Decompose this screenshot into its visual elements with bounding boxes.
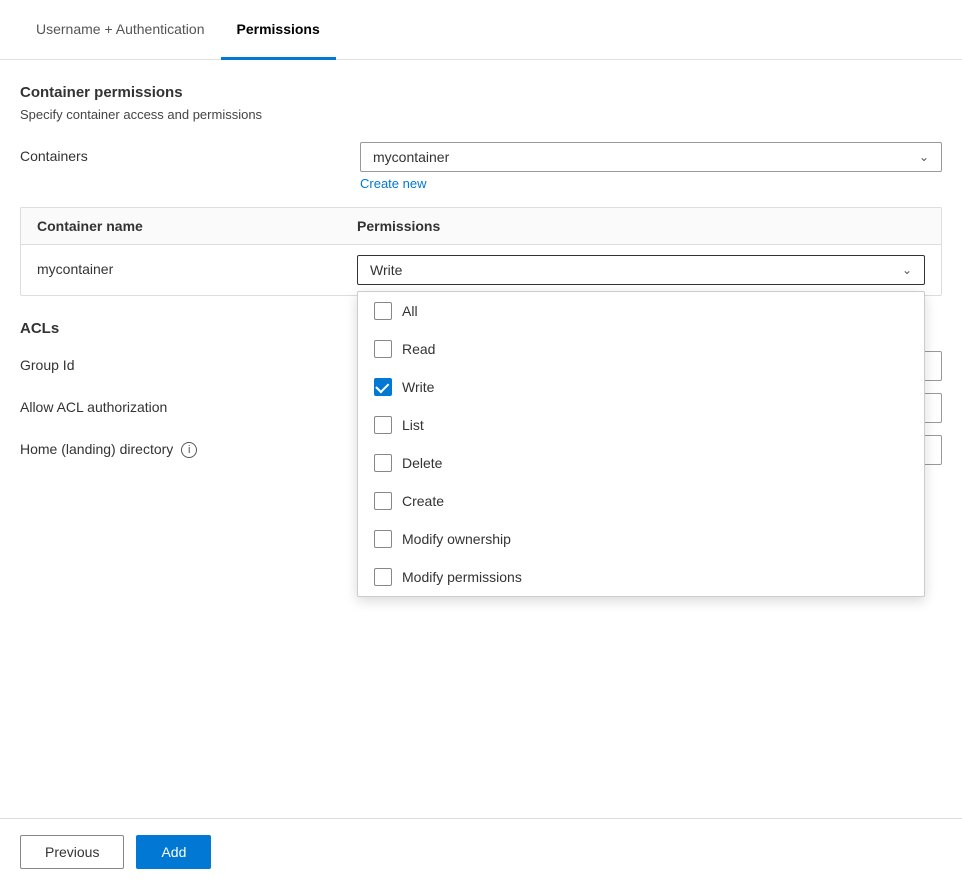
tab-permissions[interactable]: Permissions [221, 0, 336, 60]
permission-checkbox-modify-ownership[interactable] [374, 530, 392, 548]
permission-label-all: All [402, 303, 418, 319]
permission-label-modify-permissions: Modify permissions [402, 569, 522, 585]
create-new-link[interactable]: Create new [360, 176, 426, 191]
add-button[interactable]: Add [136, 835, 211, 869]
footer-bar: Previous Add [0, 818, 962, 885]
permissions-dropdown[interactable]: Write ⌄ [357, 255, 925, 285]
containers-dropdown[interactable]: mycontainer ⌄ [360, 142, 942, 172]
permissions-selected-value: Write [370, 262, 402, 278]
permission-option-list[interactable]: List [358, 406, 924, 444]
home-dir-label: Home (landing) directory i [20, 435, 360, 458]
table-row: mycontainer Write ⌄ All Read [21, 245, 941, 295]
permission-option-delete[interactable]: Delete [358, 444, 924, 482]
table-header: Container name Permissions [21, 208, 941, 245]
permission-checkbox-all[interactable] [374, 302, 392, 320]
table-row-permissions-cell: Write ⌄ All Read Write [357, 255, 925, 285]
allow-acl-label: Allow ACL authorization [20, 393, 360, 415]
permission-checkbox-write[interactable] [374, 378, 392, 396]
table-row-container-name: mycontainer [37, 255, 357, 277]
permissions-menu: All Read Write List [357, 291, 925, 597]
table-header-permissions: Permissions [357, 218, 925, 234]
permission-option-modify-permissions[interactable]: Modify permissions [358, 558, 924, 596]
previous-button[interactable]: Previous [20, 835, 124, 869]
permission-label-delete: Delete [402, 455, 442, 471]
containers-label: Containers [20, 142, 360, 164]
permissions-chevron-icon: ⌄ [902, 263, 912, 277]
container-permissions-table: Container name Permissions mycontainer W… [20, 207, 942, 296]
table-header-name: Container name [37, 218, 357, 234]
permission-option-all[interactable]: All [358, 292, 924, 330]
section-title: Container permissions [20, 84, 942, 101]
permission-checkbox-modify-permissions[interactable] [374, 568, 392, 586]
permission-label-modify-ownership: Modify ownership [402, 531, 511, 547]
main-content: Container permissions Specify container … [0, 60, 962, 501]
tab-bar: Username + Authentication Permissions [0, 0, 962, 60]
tab-username-auth[interactable]: Username + Authentication [20, 0, 221, 60]
permission-label-write: Write [402, 379, 434, 395]
permission-option-modify-ownership[interactable]: Modify ownership [358, 520, 924, 558]
containers-value: mycontainer [373, 149, 449, 165]
containers-row: Containers mycontainer ⌄ Create new [20, 142, 942, 191]
permission-label-create: Create [402, 493, 444, 509]
group-id-label: Group Id [20, 351, 360, 373]
permission-option-create[interactable]: Create [358, 482, 924, 520]
containers-chevron-icon: ⌄ [919, 150, 929, 164]
permission-label-list: List [402, 417, 424, 433]
home-dir-info-icon[interactable]: i [181, 442, 197, 458]
permission-option-write[interactable]: Write [358, 368, 924, 406]
permission-checkbox-create[interactable] [374, 492, 392, 510]
containers-control: mycontainer ⌄ Create new [360, 142, 942, 191]
permission-checkbox-delete[interactable] [374, 454, 392, 472]
permission-checkbox-list[interactable] [374, 416, 392, 434]
permission-label-read: Read [402, 341, 435, 357]
section-description: Specify container access and permissions [20, 107, 942, 122]
permission-checkbox-read[interactable] [374, 340, 392, 358]
permission-option-read[interactable]: Read [358, 330, 924, 368]
